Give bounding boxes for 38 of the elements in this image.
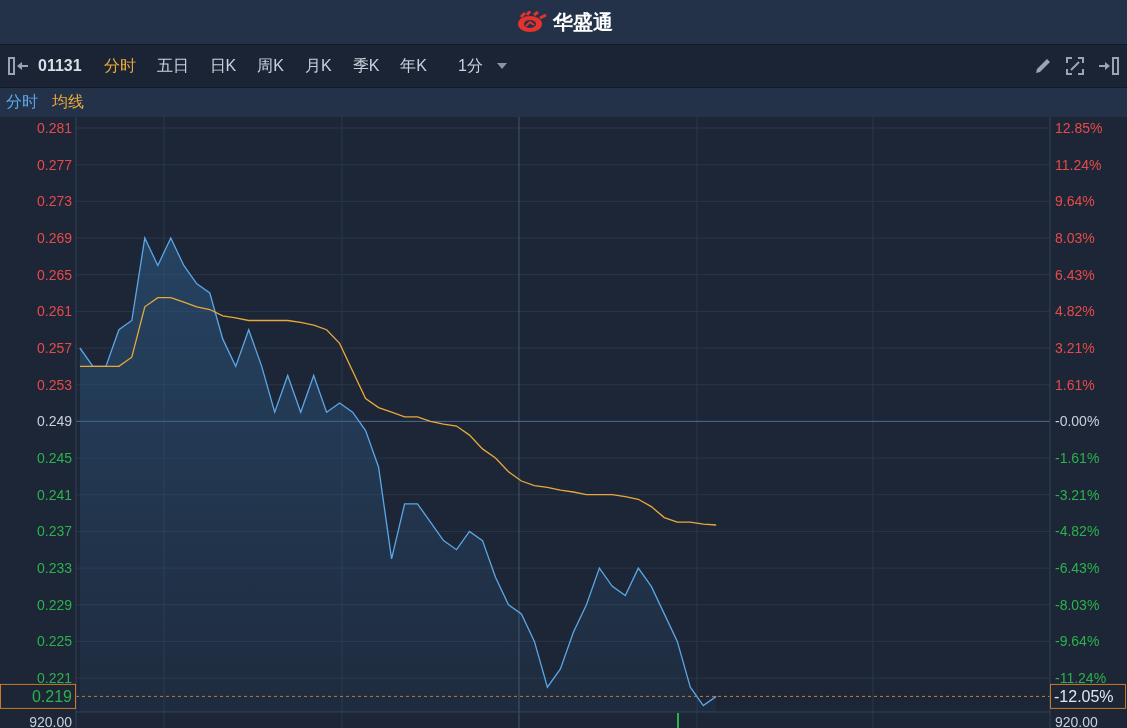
current-price-tag: 0.219 (0, 683, 76, 709)
price-axis-label: 0.261 (36, 303, 72, 320)
change-axis-label: 4.82% (1055, 303, 1095, 320)
price-axis-label: 0.273 (36, 193, 72, 210)
change-axis-label: 3.21% (1055, 340, 1095, 357)
legend-label: 均线 (52, 92, 84, 112)
price-axis-label: 0.281 (36, 120, 72, 136)
price-axis-label: 0.245 (36, 450, 72, 467)
price-axis-label: 0.269 (36, 230, 72, 246)
change-axis-label: -8.03% (1055, 596, 1100, 613)
volume-axis-label: 920.00 (1055, 714, 1098, 728)
change-axis-label: -0.00% (1055, 413, 1100, 430)
price-axis-label: 0.265 (36, 266, 72, 283)
change-axis-label: 1.61% (1055, 376, 1095, 393)
change-axis-label: -6.43% (1055, 560, 1100, 577)
price-axis-label: 0.233 (36, 560, 72, 577)
change-axis-label: -3.21% (1055, 486, 1100, 503)
legend-label: 分时 (6, 92, 38, 112)
price-axis-label: 0.277 (36, 156, 72, 173)
price-axis-label: 0.257 (36, 340, 72, 357)
volume-axis-label: 920.00 (29, 714, 72, 728)
change-axis-label: -4.82% (1055, 523, 1100, 540)
price-axis-label: 0.249 (36, 413, 72, 430)
price-axis-label: 0.237 (36, 523, 72, 540)
change-axis-label: 11.24% (1055, 156, 1102, 173)
change-axis-label: 6.43% (1055, 266, 1095, 283)
change-axis-label: -1.61% (1055, 450, 1100, 467)
change-axis-label: 8.03% (1055, 230, 1095, 246)
price-axis-label: 0.253 (36, 376, 72, 393)
current-change-tag: -12.05% (1050, 683, 1126, 709)
price-axis-label: 0.225 (36, 633, 72, 650)
price-axis-label: 0.229 (36, 596, 72, 613)
app-title: 华盛通 (552, 9, 613, 35)
change-axis-label: -9.64% (1055, 633, 1100, 650)
change-axis-label: 9.64% (1055, 193, 1095, 210)
change-axis-label: 12.85% (1055, 120, 1103, 136)
stock-code: 01131 (38, 57, 82, 75)
price-axis-label: 0.241 (36, 486, 72, 503)
